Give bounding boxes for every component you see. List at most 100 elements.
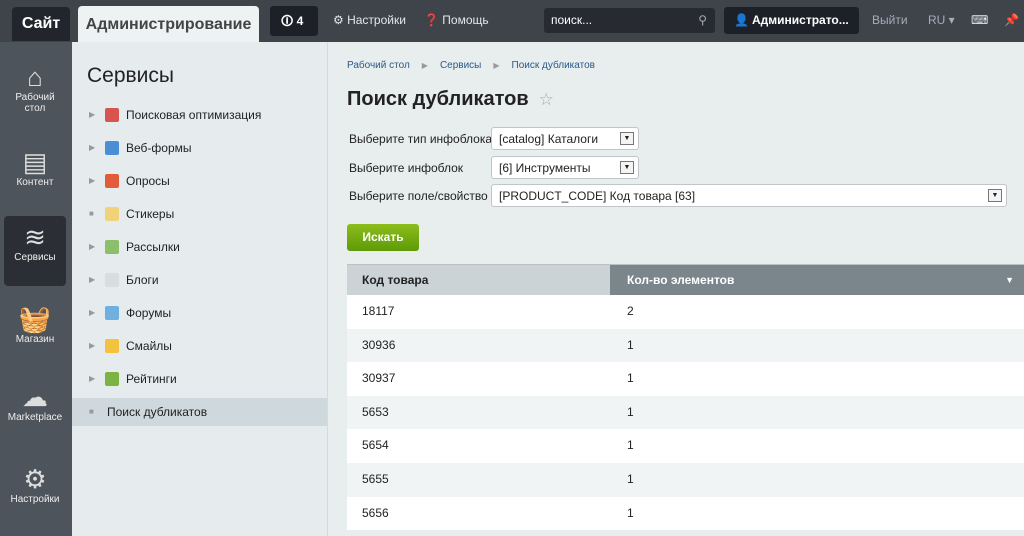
nav-label: Marketplace [7, 412, 63, 423]
services-item[interactable]: ▶ Веб-формы [72, 134, 327, 162]
nav-settings[interactable]: ⚙ Настройки [4, 464, 66, 505]
page-title: Поиск дубликатов ☆ [347, 88, 554, 111]
expand-arrow-icon[interactable]: ▶ [89, 332, 95, 360]
expand-arrow-icon[interactable]: ■ [89, 200, 94, 228]
nav-services[interactable]: ≋ Сервисы [4, 216, 66, 286]
services-item[interactable]: ▶ Поисковая оптимизация [72, 101, 327, 129]
item-label: Форумы [126, 306, 172, 320]
nav-content[interactable]: ▤ Контент [4, 147, 66, 188]
cell-code: 5654 [362, 438, 389, 453]
table-row[interactable]: 5654 1 [347, 429, 1024, 463]
notifications-button[interactable]: 🛈 4 [270, 6, 318, 36]
help-link[interactable]: ❓ Помощь [424, 13, 489, 27]
expand-arrow-icon[interactable]: ▶ [89, 365, 95, 393]
cell-code: 5655 [362, 471, 389, 486]
nav-desktop[interactable]: ⌂ Рабочий стол [4, 62, 66, 114]
service-icon [105, 141, 119, 155]
expand-arrow-icon[interactable]: ▶ [89, 167, 95, 195]
item-label: Блоги [126, 273, 159, 287]
settings-link[interactable]: ⚙ Настройки [333, 13, 406, 27]
star-icon[interactable]: ☆ [539, 90, 554, 109]
services-item[interactable]: ■ Стикеры [72, 200, 327, 228]
field-select[interactable]: [PRODUCT_CODE] Код товара [63] ▼ [491, 184, 1007, 207]
select-value: [PRODUCT_CODE] Код товара [63] [499, 189, 696, 203]
item-label: Стикеры [126, 207, 175, 221]
service-icon [105, 339, 119, 353]
notification-count: 4 [296, 14, 304, 28]
expand-arrow-icon[interactable]: ▶ [89, 299, 95, 327]
cell-count: 1 [627, 438, 634, 453]
user-name: Администрато... [752, 13, 849, 27]
cell-count: 2 [627, 304, 634, 318]
item-label: Рассылки [126, 240, 180, 254]
logout-link[interactable]: Выйти [872, 13, 908, 27]
expand-arrow-icon[interactable]: ▶ [89, 101, 95, 129]
search-button[interactable]: Искать [347, 224, 419, 251]
services-item[interactable]: ▶ Рейтинги [72, 365, 327, 393]
table-header: Код товара Кол-во элементов ▼ [347, 264, 1024, 295]
nav-label: Рабочий стол [15, 92, 55, 114]
results-table: Код товара Кол-во элементов ▼ 18117 2 30936… [347, 264, 1024, 531]
breadcrumb-services[interactable]: Сервисы [440, 60, 481, 71]
lang-label: RU [928, 13, 946, 27]
search-placeholder: поиск... [551, 13, 593, 27]
breadcrumb-current[interactable]: Поиск дубликатов [512, 60, 595, 71]
table-row[interactable]: 5656 1 [347, 496, 1024, 531]
expand-arrow-icon[interactable]: ▶ [89, 233, 95, 261]
select-value: [6] Инструменты [499, 161, 591, 175]
tab-site[interactable]: Сайт [12, 7, 70, 41]
iblock-type-select[interactable]: [catalog] Каталоги ▼ [491, 127, 639, 150]
table-row[interactable]: 30936 1 [347, 328, 1024, 363]
item-label: Опросы [126, 174, 170, 188]
cell-code: 5653 [362, 404, 389, 419]
user-menu[interactable]: 👤 Администрато... [724, 7, 859, 34]
pin-icon[interactable]: 📌 [1004, 13, 1019, 27]
breadcrumb-desktop[interactable]: Рабочий стол [347, 60, 410, 71]
nav-marketplace[interactable]: ☁ Marketplace [4, 382, 66, 423]
item-label: Поиск дубликатов [107, 405, 208, 419]
layers-icon: ≋ [24, 222, 46, 252]
iblock-label: Выберите инфоблок [349, 161, 464, 175]
cell-code: 18117 [362, 304, 395, 318]
table-row[interactable]: 18117 2 [347, 295, 1024, 329]
expand-arrow-icon[interactable]: ▶ [89, 266, 95, 294]
table-row[interactable]: 5653 1 [347, 395, 1024, 430]
cell-code: 5656 [362, 505, 389, 520]
nav-shop[interactable]: 🧺 Магазин [4, 304, 66, 345]
tab-admin[interactable]: Администрирование [78, 6, 259, 42]
search-icon[interactable]: ⚲ [698, 13, 707, 27]
language-selector[interactable]: RU ▾ [928, 13, 955, 27]
expand-arrow-icon[interactable]: ▶ [89, 134, 95, 162]
services-item[interactable]: ▶ Форумы [72, 299, 327, 327]
nav-label: Контент [16, 177, 54, 188]
services-menu: Сервисы ▶ Поисковая оптимизация ▶ Веб-формы… [72, 42, 328, 536]
keyboard-icon[interactable]: ⌨ [971, 13, 988, 27]
header-count-label: Кол-во элементов [627, 273, 735, 287]
search-input[interactable]: поиск... ⚲ [544, 8, 715, 33]
nav-label: Магазин [15, 334, 55, 345]
iblock-select[interactable]: [6] Инструменты ▼ [491, 156, 639, 179]
chevron-down-icon: ▼ [620, 161, 634, 174]
header-code[interactable]: Код товара [347, 265, 610, 295]
header-count[interactable]: Кол-во элементов ▼ [610, 265, 1024, 295]
main-content: Рабочий стол ▶ Сервисы ▶ Поиск дубликатов По… [329, 42, 1024, 536]
cell-count: 1 [627, 404, 634, 419]
cell-count: 1 [627, 337, 634, 352]
services-item[interactable]: ▶ Рассылки [72, 233, 327, 261]
user-icon: 👤 [734, 13, 749, 27]
services-item[interactable]: ▶ Блоги [72, 266, 327, 294]
service-icon [105, 108, 119, 122]
services-item[interactable]: ▶ Смайлы [72, 332, 327, 360]
breadcrumb: Рабочий стол ▶ Сервисы ▶ Поиск дубликатов [347, 60, 595, 71]
services-item[interactable]: ▶ Опросы [72, 167, 327, 195]
document-icon: ▤ [22, 147, 48, 177]
item-label: Смайлы [126, 339, 172, 353]
cell-code: 30936 [362, 337, 396, 352]
sort-desc-icon: ▼ [1005, 275, 1014, 285]
basket-icon: 🧺 [18, 304, 52, 334]
table-row[interactable]: 30937 1 [347, 362, 1024, 396]
services-item[interactable]: ■ Поиск дубликатов [72, 398, 327, 426]
info-icon: 🛈 [281, 14, 297, 28]
help-label: Помощь [442, 13, 489, 27]
table-row[interactable]: 5655 1 [347, 462, 1024, 497]
